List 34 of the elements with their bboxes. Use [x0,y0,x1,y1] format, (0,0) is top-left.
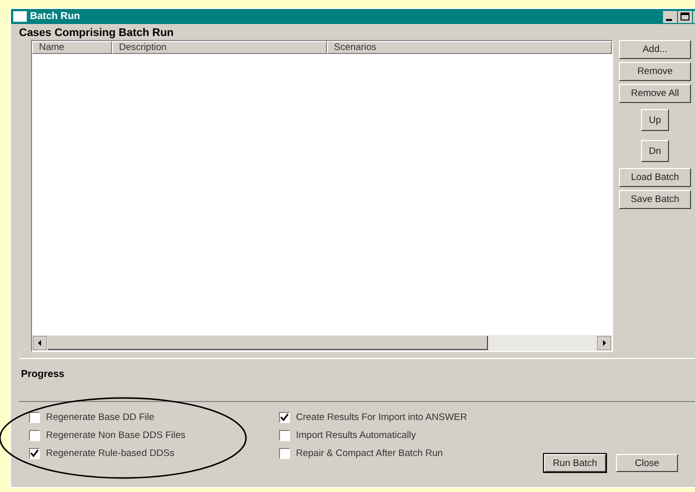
option-label: Regenerate Non Base DDS Files [46,430,186,440]
progress-label: Progress [21,369,64,380]
side-button[interactable]: Dn [641,140,669,162]
side-button[interactable]: Remove [619,62,691,81]
side-button[interactable]: Save Batch [619,190,691,209]
checkbox[interactable] [29,430,40,440]
checkbox[interactable] [29,412,40,422]
scroll-right-icon[interactable] [597,336,611,350]
group-title: Cases Comprising Batch Run [19,27,175,40]
horizontal-scrollbar[interactable] [32,335,612,351]
checkbox[interactable] [29,448,40,458]
dialog-button[interactable]: Run Batch [544,454,606,472]
option-label: Repair & Compact After Batch Run [296,448,443,458]
column-header[interactable]: Name [32,41,112,54]
column-header[interactable]: Scenarios [327,41,612,54]
scroll-left-icon[interactable] [33,336,47,350]
side-button[interactable]: Load Batch [619,168,691,187]
option-label: Regenerate Base DD File [46,412,154,422]
window-icon [13,11,27,22]
checkbox[interactable] [279,430,290,440]
checkbox[interactable] [279,448,290,458]
side-button[interactable]: Up [641,109,669,131]
side-button[interactable]: Remove All [619,84,691,103]
side-button[interactable]: Add... [619,40,691,59]
maximize-icon[interactable] [678,10,692,22]
option-label: Create Results For Import into ANSWER [296,412,468,422]
cases-list[interactable]: Name Description Scenarios [31,40,613,352]
option-label: Import Results Automatically [296,430,416,440]
window-title: Batch Run [30,11,80,22]
minimize-icon[interactable] [663,10,677,22]
option-label: Regenerate Rule-based DDSs [46,448,174,458]
dialog-button[interactable]: Close [616,454,678,472]
checkbox[interactable] [279,412,290,422]
column-header[interactable]: Description [112,41,327,54]
